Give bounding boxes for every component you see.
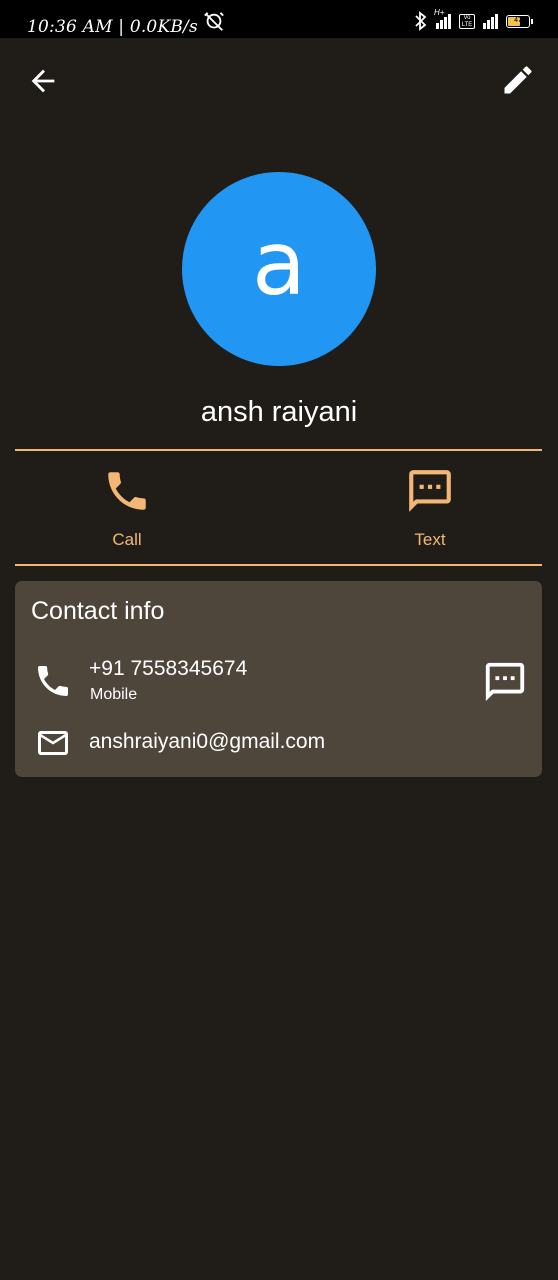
battery-icon: 47 — [506, 14, 533, 28]
back-button[interactable] — [26, 64, 60, 98]
edit-button[interactable] — [500, 62, 536, 98]
phone-row[interactable]: +91 7558345674 Mobile — [15, 651, 542, 711]
contact-info-card: Contact info +91 7558345674 Mobile anshr… — [15, 581, 542, 777]
arrow-back-icon — [31, 69, 55, 93]
send-message-button[interactable] — [482, 659, 528, 705]
email-row[interactable]: anshraiyani0@gmail.com — [15, 721, 542, 765]
phone-number: +91 7558345674 — [89, 657, 248, 680]
call-label: Call — [112, 530, 142, 549]
signal-icon — [483, 13, 498, 29]
message-icon — [485, 662, 525, 702]
text-action-button[interactable]: Text — [370, 466, 490, 550]
volte-icon: Vo LTE — [459, 13, 475, 29]
status-time: 10:36 AM | 0.0KB/s — [27, 17, 198, 37]
divider — [15, 449, 542, 451]
mail-icon — [38, 731, 68, 755]
contact-info-title: Contact info — [31, 597, 165, 625]
alarm-off-icon — [204, 12, 224, 31]
text-label: Text — [414, 530, 446, 549]
top-app-bar — [0, 38, 558, 124]
call-action-button[interactable]: Call — [67, 466, 187, 550]
phone-type: Mobile — [90, 686, 138, 703]
avatar-letter: a — [252, 212, 306, 315]
phone-icon — [38, 666, 68, 696]
hd-label: H+ — [434, 7, 445, 17]
message-icon — [409, 470, 451, 512]
battery-label: 47 — [514, 16, 522, 24]
status-bar: 10:36 AM | 0.0KB/s H+ Vo LTE 47 — [0, 0, 558, 38]
contact-avatar: a — [182, 172, 376, 366]
email-address: anshraiyani0@gmail.com — [89, 730, 326, 753]
pencil-icon — [504, 66, 532, 94]
bluetooth-icon — [415, 11, 427, 31]
signal-hd-icon: H+ — [434, 8, 451, 29]
phone-icon — [108, 472, 146, 510]
contact-name: ansh raiyani — [200, 396, 358, 428]
divider — [15, 564, 542, 566]
